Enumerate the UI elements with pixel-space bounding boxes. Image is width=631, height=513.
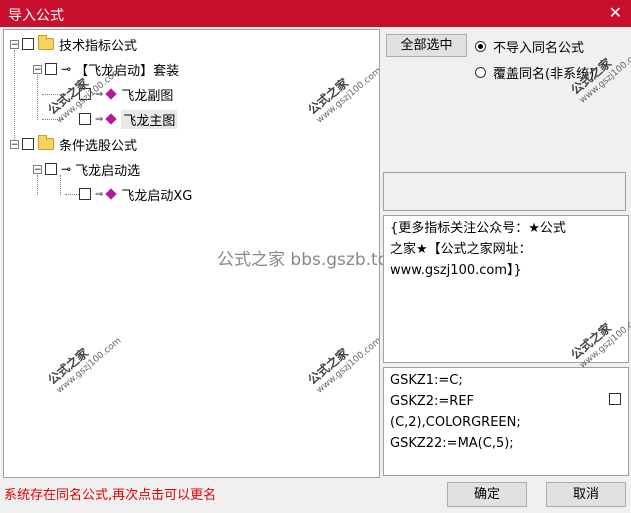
code-checkbox[interactable]	[609, 393, 621, 405]
formula-icon	[105, 188, 118, 200]
center-watermark: 公式之家 bbs.gszb.top	[217, 250, 399, 270]
tree-line	[37, 75, 38, 120]
collapse-icon[interactable]: −	[10, 139, 19, 149]
node-label: 飞龙主图	[121, 109, 178, 129]
tree-node[interactable]: ⇒ 飞龙启动XG	[79, 184, 192, 204]
node-checkbox[interactable]	[79, 188, 91, 200]
title-bar: 导入公式 ✕	[0, 0, 631, 27]
tree-node[interactable]: − 技术指标公式	[10, 34, 137, 54]
node-checkbox[interactable]	[79, 113, 91, 125]
radio-skip-duplicate[interactable]: 不导入同名公式	[475, 37, 584, 56]
node-label: 飞龙启动选	[75, 163, 141, 179]
close-icon[interactable]: ✕	[609, 3, 622, 22]
description-text: {更多指标关注公众号：★公式 之家★【公式之家网址： www.gszj100.c…	[390, 221, 566, 278]
node-label: 技术指标公式	[59, 38, 138, 54]
node-checkbox[interactable]	[45, 63, 57, 75]
folder-icon	[38, 35, 54, 50]
collapse-icon[interactable]: −	[10, 39, 19, 49]
radio-off-icon	[475, 67, 486, 78]
node-checkbox[interactable]	[22, 138, 34, 150]
code-line: GSKZ22:=MA(C,5);	[390, 436, 514, 451]
tree-node[interactable]: ⇒ 飞龙主图	[79, 109, 178, 129]
tree-node[interactable]: − 条件选股公式	[10, 134, 137, 154]
window-title: 导入公式	[8, 8, 64, 24]
name-panel	[383, 172, 626, 211]
key-icon: ⊸	[61, 62, 72, 76]
tree-line	[14, 50, 15, 144]
folder-icon	[38, 135, 54, 150]
ok-button[interactable]: 确定	[447, 482, 527, 507]
radio-on-icon	[475, 41, 486, 52]
arrow-icon: ⇒	[95, 113, 104, 125]
watermark: 公式之家 www.gszj100.com	[305, 335, 380, 396]
node-label: 条件选股公式	[59, 138, 138, 154]
collapse-icon[interactable]: −	[33, 64, 42, 74]
key-icon: ⊸	[61, 162, 72, 176]
node-checkbox[interactable]	[45, 163, 57, 175]
node-label: 飞龙启动XG	[121, 188, 193, 204]
status-message: 系统存在同名公式,再次点击可以更名	[4, 488, 217, 503]
node-label: 飞龙副图	[121, 88, 174, 104]
formula-icon	[105, 88, 118, 100]
collapse-icon[interactable]: −	[33, 164, 42, 174]
select-all-button[interactable]: 全部选中	[386, 34, 467, 57]
tree-node[interactable]: − ⊸ 飞龙启动选	[33, 159, 140, 179]
formula-icon	[105, 113, 118, 125]
node-checkbox[interactable]	[22, 38, 34, 50]
arrow-icon: ⇒	[95, 188, 104, 200]
watermark: 公式之家 www.gszj100.com	[45, 335, 124, 396]
cancel-button[interactable]: 取消	[546, 482, 626, 507]
formula-code-box[interactable]: GSKZ1:=C; GSKZ2:=REF (C,2),COLORGREEN; G…	[383, 367, 629, 476]
watermark: 公式之家 www.gszj100.com	[305, 65, 380, 126]
